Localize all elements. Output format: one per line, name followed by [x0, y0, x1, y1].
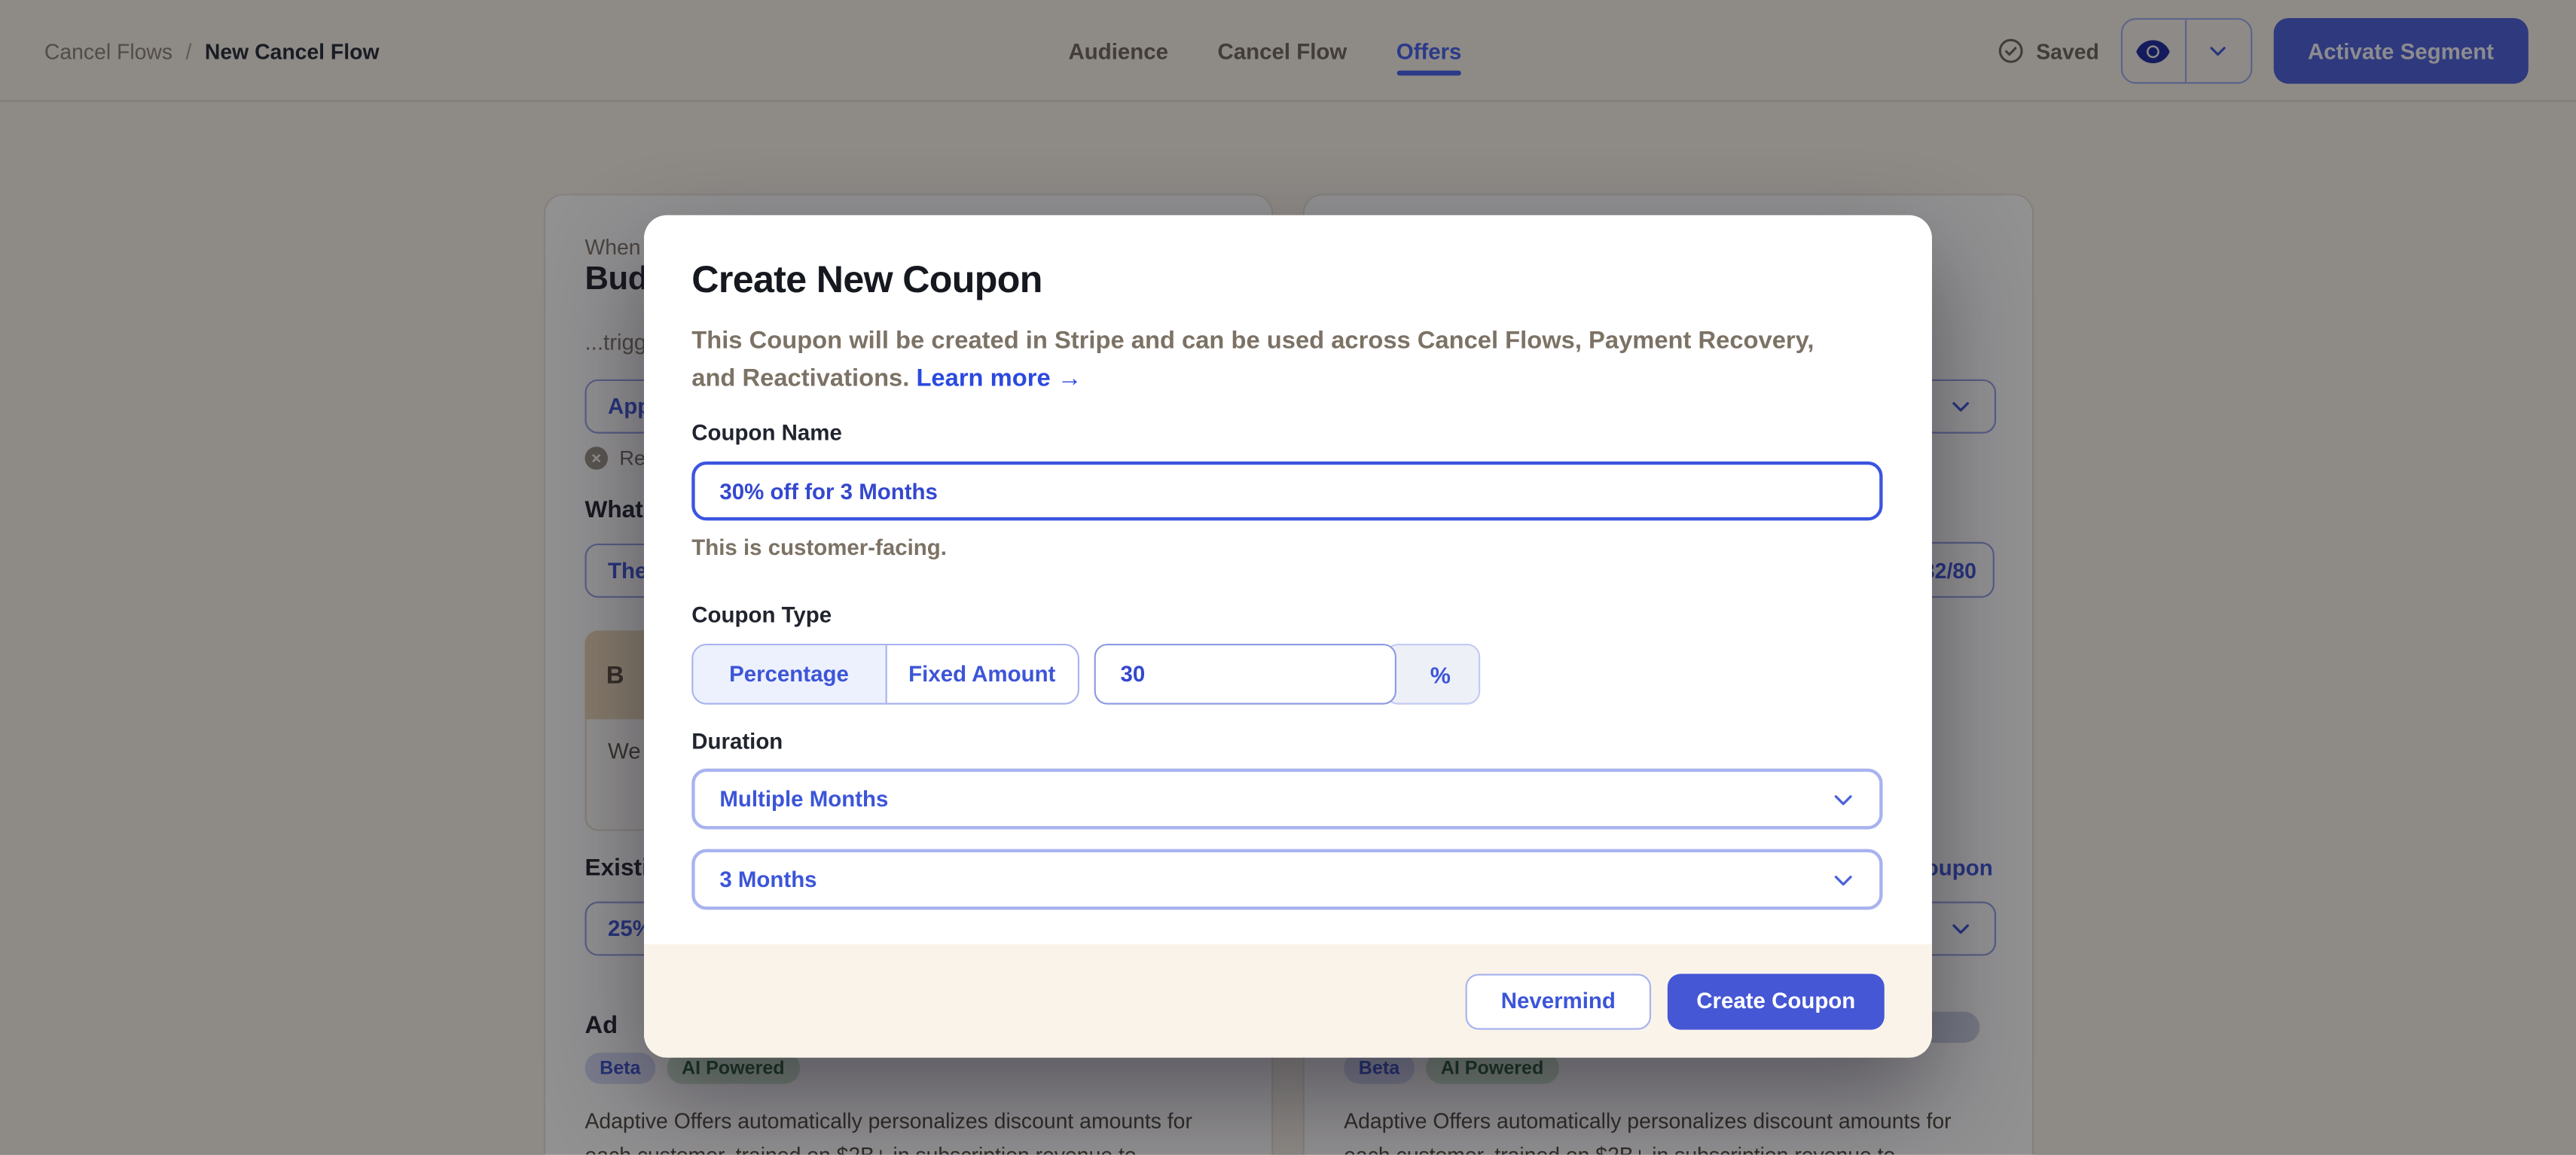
duration-label: Duration: [691, 729, 783, 754]
create-coupon-modal: Create New Coupon This Coupon will be cr…: [644, 215, 1932, 1058]
coupon-type-segmented-control: Percentage Fixed Amount: [691, 644, 1079, 705]
duration-interval-value: Multiple Months: [719, 787, 888, 812]
chevron-down-icon: [1830, 786, 1857, 812]
amount-input[interactable]: 30: [1094, 644, 1396, 705]
segment-fixed-amount[interactable]: Fixed Amount: [885, 645, 1078, 702]
coupon-name-value: 30% off for 3 Months: [719, 479, 938, 504]
coupon-name-helper: This is customer-facing.: [691, 535, 947, 560]
coupon-type-label: Coupon Type: [691, 602, 832, 627]
amount-group: % 30: [1094, 644, 1481, 705]
learn-more-link[interactable]: Learn more →: [916, 364, 1082, 392]
coupon-name-label: Coupon Name: [691, 420, 842, 445]
modal-description: This Coupon will be created in Stripe an…: [691, 324, 1842, 398]
chevron-down-icon: [1830, 867, 1857, 893]
amount-value: 30: [1121, 662, 1146, 687]
duration-interval-select[interactable]: Multiple Months: [691, 769, 1882, 830]
modal-description-text: This Coupon will be created in Stripe an…: [691, 327, 1814, 392]
duration-months-select[interactable]: 3 Months: [691, 849, 1882, 910]
coupon-name-input[interactable]: 30% off for 3 Months: [691, 462, 1882, 521]
nevermind-button[interactable]: Nevermind: [1466, 973, 1651, 1029]
duration-months-value: 3 Months: [719, 867, 816, 892]
segment-percentage[interactable]: Percentage: [693, 645, 884, 702]
screenshot-stage: Cancel Flows / New Cancel Flow Audience …: [0, 0, 2576, 1155]
create-coupon-button[interactable]: Create Coupon: [1668, 973, 1885, 1029]
modal-title: Create New Coupon: [691, 258, 1042, 302]
coupon-type-row: Percentage Fixed Amount % 30: [691, 644, 1480, 705]
percent-addon: %: [1385, 644, 1481, 705]
modal-footer: Nevermind Create Coupon: [644, 944, 1932, 1057]
app-background: Cancel Flows / New Cancel Flow Audience …: [0, 0, 2576, 1154]
